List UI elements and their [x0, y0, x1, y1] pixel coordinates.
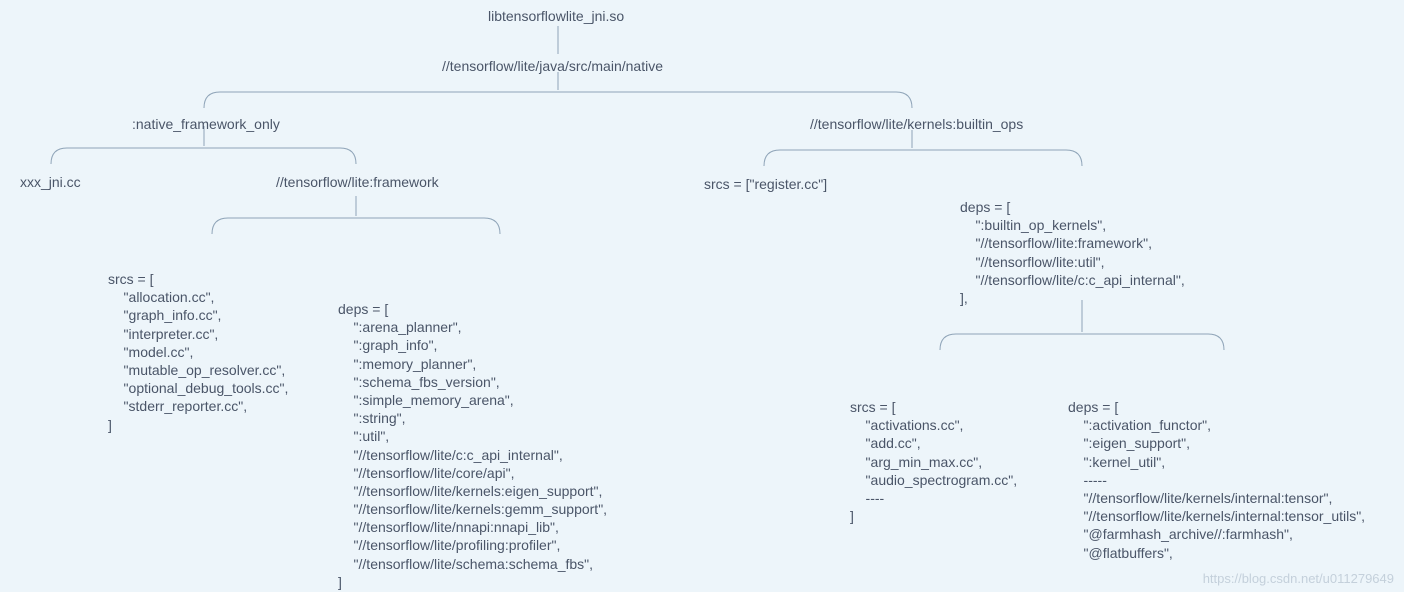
- tf-lite-framework-node: //tensorflow/lite:framework: [276, 174, 439, 190]
- framework-srcs-block: srcs = [ "allocation.cc", "graph_info.cc…: [108, 270, 288, 434]
- watermark: https://blog.csdn.net/u011279649: [1203, 571, 1394, 586]
- native-framework-only-node: :native_framework_only: [132, 116, 280, 132]
- xxx-jni-node: xxx_jni.cc: [20, 174, 81, 190]
- builtin-ops-node: //tensorflow/lite/kernels:builtin_ops: [810, 116, 1023, 132]
- level1-node: //tensorflow/lite/java/src/main/native: [442, 58, 663, 74]
- builtin-ops-srcs-node: srcs = ["register.cc"]: [704, 176, 827, 192]
- builtin-ops-deps-block: deps = [ ":builtin_op_kernels", "//tenso…: [960, 198, 1185, 307]
- framework-deps-block: deps = [ ":arena_planner", ":graph_info"…: [338, 300, 607, 591]
- kernels-deps-block: deps = [ ":activation_functor", ":eigen_…: [1068, 398, 1365, 562]
- kernels-srcs-block: srcs = [ "activations.cc", "add.cc", "ar…: [850, 398, 1017, 525]
- root-node: libtensorflowlite_jni.so: [488, 8, 624, 24]
